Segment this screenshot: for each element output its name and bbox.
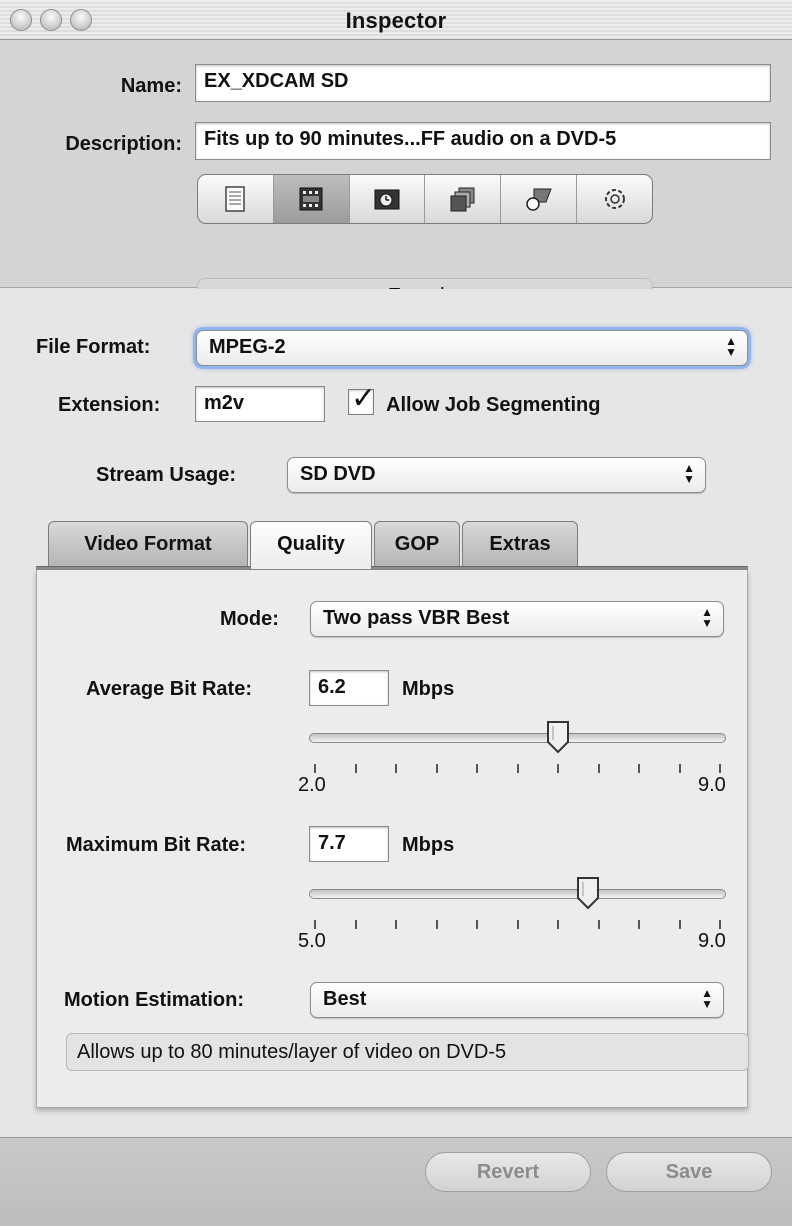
slider-tick	[678, 920, 681, 929]
inspector-header: Name: EX_XDCAM SD Description: Fits up t…	[0, 40, 792, 314]
average-bit-rate-field[interactable]: 6.2	[309, 670, 389, 706]
title-bar[interactable]: Inspector	[0, 0, 792, 40]
slider-tick	[557, 764, 559, 773]
slider-tick	[354, 920, 357, 929]
actions-panel-button[interactable]	[577, 175, 652, 223]
encoder-panel-button[interactable]	[273, 175, 350, 223]
window-title: Inspector	[345, 8, 447, 33]
average-bit-rate-slider-thumb[interactable]	[545, 720, 571, 754]
motion-estimation-value: Best	[323, 988, 367, 1010]
description-label: Description:	[65, 133, 182, 155]
save-button[interactable]: Save	[606, 1152, 772, 1192]
file-format-label: File Format:	[36, 336, 151, 358]
average-bit-rate-unit: Mbps	[402, 678, 455, 700]
tab-gop[interactable]: GOP	[374, 521, 460, 567]
maximum-bit-rate-slider-thumb[interactable]	[575, 876, 601, 910]
checkmark-icon: ✓	[351, 382, 377, 415]
geometry-panel-button[interactable]	[501, 175, 578, 223]
revert-button[interactable]: Revert	[425, 1152, 591, 1192]
slider-tick	[476, 920, 478, 929]
popup-arrows-icon: ▲ ▼	[701, 986, 713, 1011]
slider-tick	[719, 920, 721, 929]
frame-controls-panel-button[interactable]	[350, 175, 426, 223]
average-bit-rate-max-label: 9.0	[698, 774, 726, 796]
slider-tick	[597, 920, 600, 929]
frame-controls-icon	[374, 189, 400, 210]
tab-extras[interactable]: Extras	[462, 521, 578, 567]
slider-tick	[435, 920, 438, 929]
popup-arrows-icon: ▲ ▼	[683, 461, 695, 486]
file-format-popup[interactable]: MPEG-2 ▲ ▼	[196, 330, 748, 366]
slider-tick	[314, 920, 316, 929]
name-label: Name:	[120, 75, 182, 97]
popup-arrows-icon: ▲ ▼	[701, 605, 713, 630]
slider-tick	[597, 764, 600, 773]
allow-job-segmenting-label: Allow Job Segmenting	[386, 394, 601, 416]
extension-field[interactable]: m2v	[195, 386, 325, 422]
slider-tick	[516, 920, 519, 929]
average-bit-rate-slider-track[interactable]	[309, 733, 726, 743]
popup-arrows-icon: ▲ ▼	[725, 334, 737, 359]
slider-tick	[314, 764, 316, 773]
motion-estimation-popup[interactable]: Best ▲ ▼	[310, 982, 724, 1018]
stream-usage-label: Stream Usage:	[96, 464, 237, 486]
maximum-bit-rate-slider-track[interactable]	[309, 889, 726, 899]
slider-tick	[395, 920, 397, 929]
filters-panel-button[interactable]	[425, 175, 502, 223]
average-bit-rate-min-label: 2.0	[298, 774, 326, 796]
mode-description-text: Allows up to 80 minutes/layer of video o…	[66, 1033, 749, 1071]
maximum-bit-rate-label: Maximum Bit Rate:	[66, 834, 247, 856]
stream-usage-popup[interactable]: SD DVD ▲ ▼	[287, 457, 706, 493]
description-field[interactable]: Fits up to 90 minutes...FF audio on a DV…	[195, 122, 771, 160]
slider-tick	[476, 764, 478, 773]
motion-estimation-label: Motion Estimation:	[64, 989, 244, 1011]
mode-label: Mode:	[220, 608, 279, 630]
maximum-bit-rate-min-label: 5.0	[298, 930, 326, 952]
summary-icon	[225, 186, 246, 212]
slider-tick	[516, 764, 519, 773]
slider-tick	[678, 764, 681, 773]
slider-tick	[638, 764, 640, 773]
tab-video-format[interactable]: Video Format	[48, 521, 248, 567]
slider-tick	[638, 920, 640, 929]
allow-job-segmenting-checkbox[interactable]: ✓	[348, 384, 376, 415]
slider-tick	[435, 764, 438, 773]
actions-icon	[604, 189, 625, 209]
panel-selector	[197, 174, 653, 224]
name-field[interactable]: EX_XDCAM SD	[195, 64, 771, 102]
file-format-value: MPEG-2	[209, 336, 286, 358]
maximum-bit-rate-field[interactable]: 7.7	[309, 826, 389, 862]
mode-value: Two pass VBR Best	[323, 607, 510, 629]
summary-panel-button[interactable]	[198, 175, 274, 223]
geometry-icon	[525, 188, 552, 211]
tab-quality[interactable]: Quality	[250, 521, 372, 569]
stream-usage-value: SD DVD	[300, 463, 376, 485]
slider-tick	[719, 764, 721, 773]
slider-tick	[354, 764, 357, 773]
encoder-icon	[299, 187, 323, 211]
slider-tick	[557, 920, 559, 929]
slider-tick	[395, 764, 397, 773]
maximum-bit-rate-max-label: 9.0	[698, 930, 726, 952]
average-bit-rate-label: Average Bit Rate:	[86, 678, 252, 700]
mode-popup[interactable]: Two pass VBR Best ▲ ▼	[310, 601, 724, 637]
filters-icon	[450, 187, 475, 212]
extension-label: Extension:	[58, 394, 161, 416]
maximum-bit-rate-unit: Mbps	[402, 834, 455, 856]
